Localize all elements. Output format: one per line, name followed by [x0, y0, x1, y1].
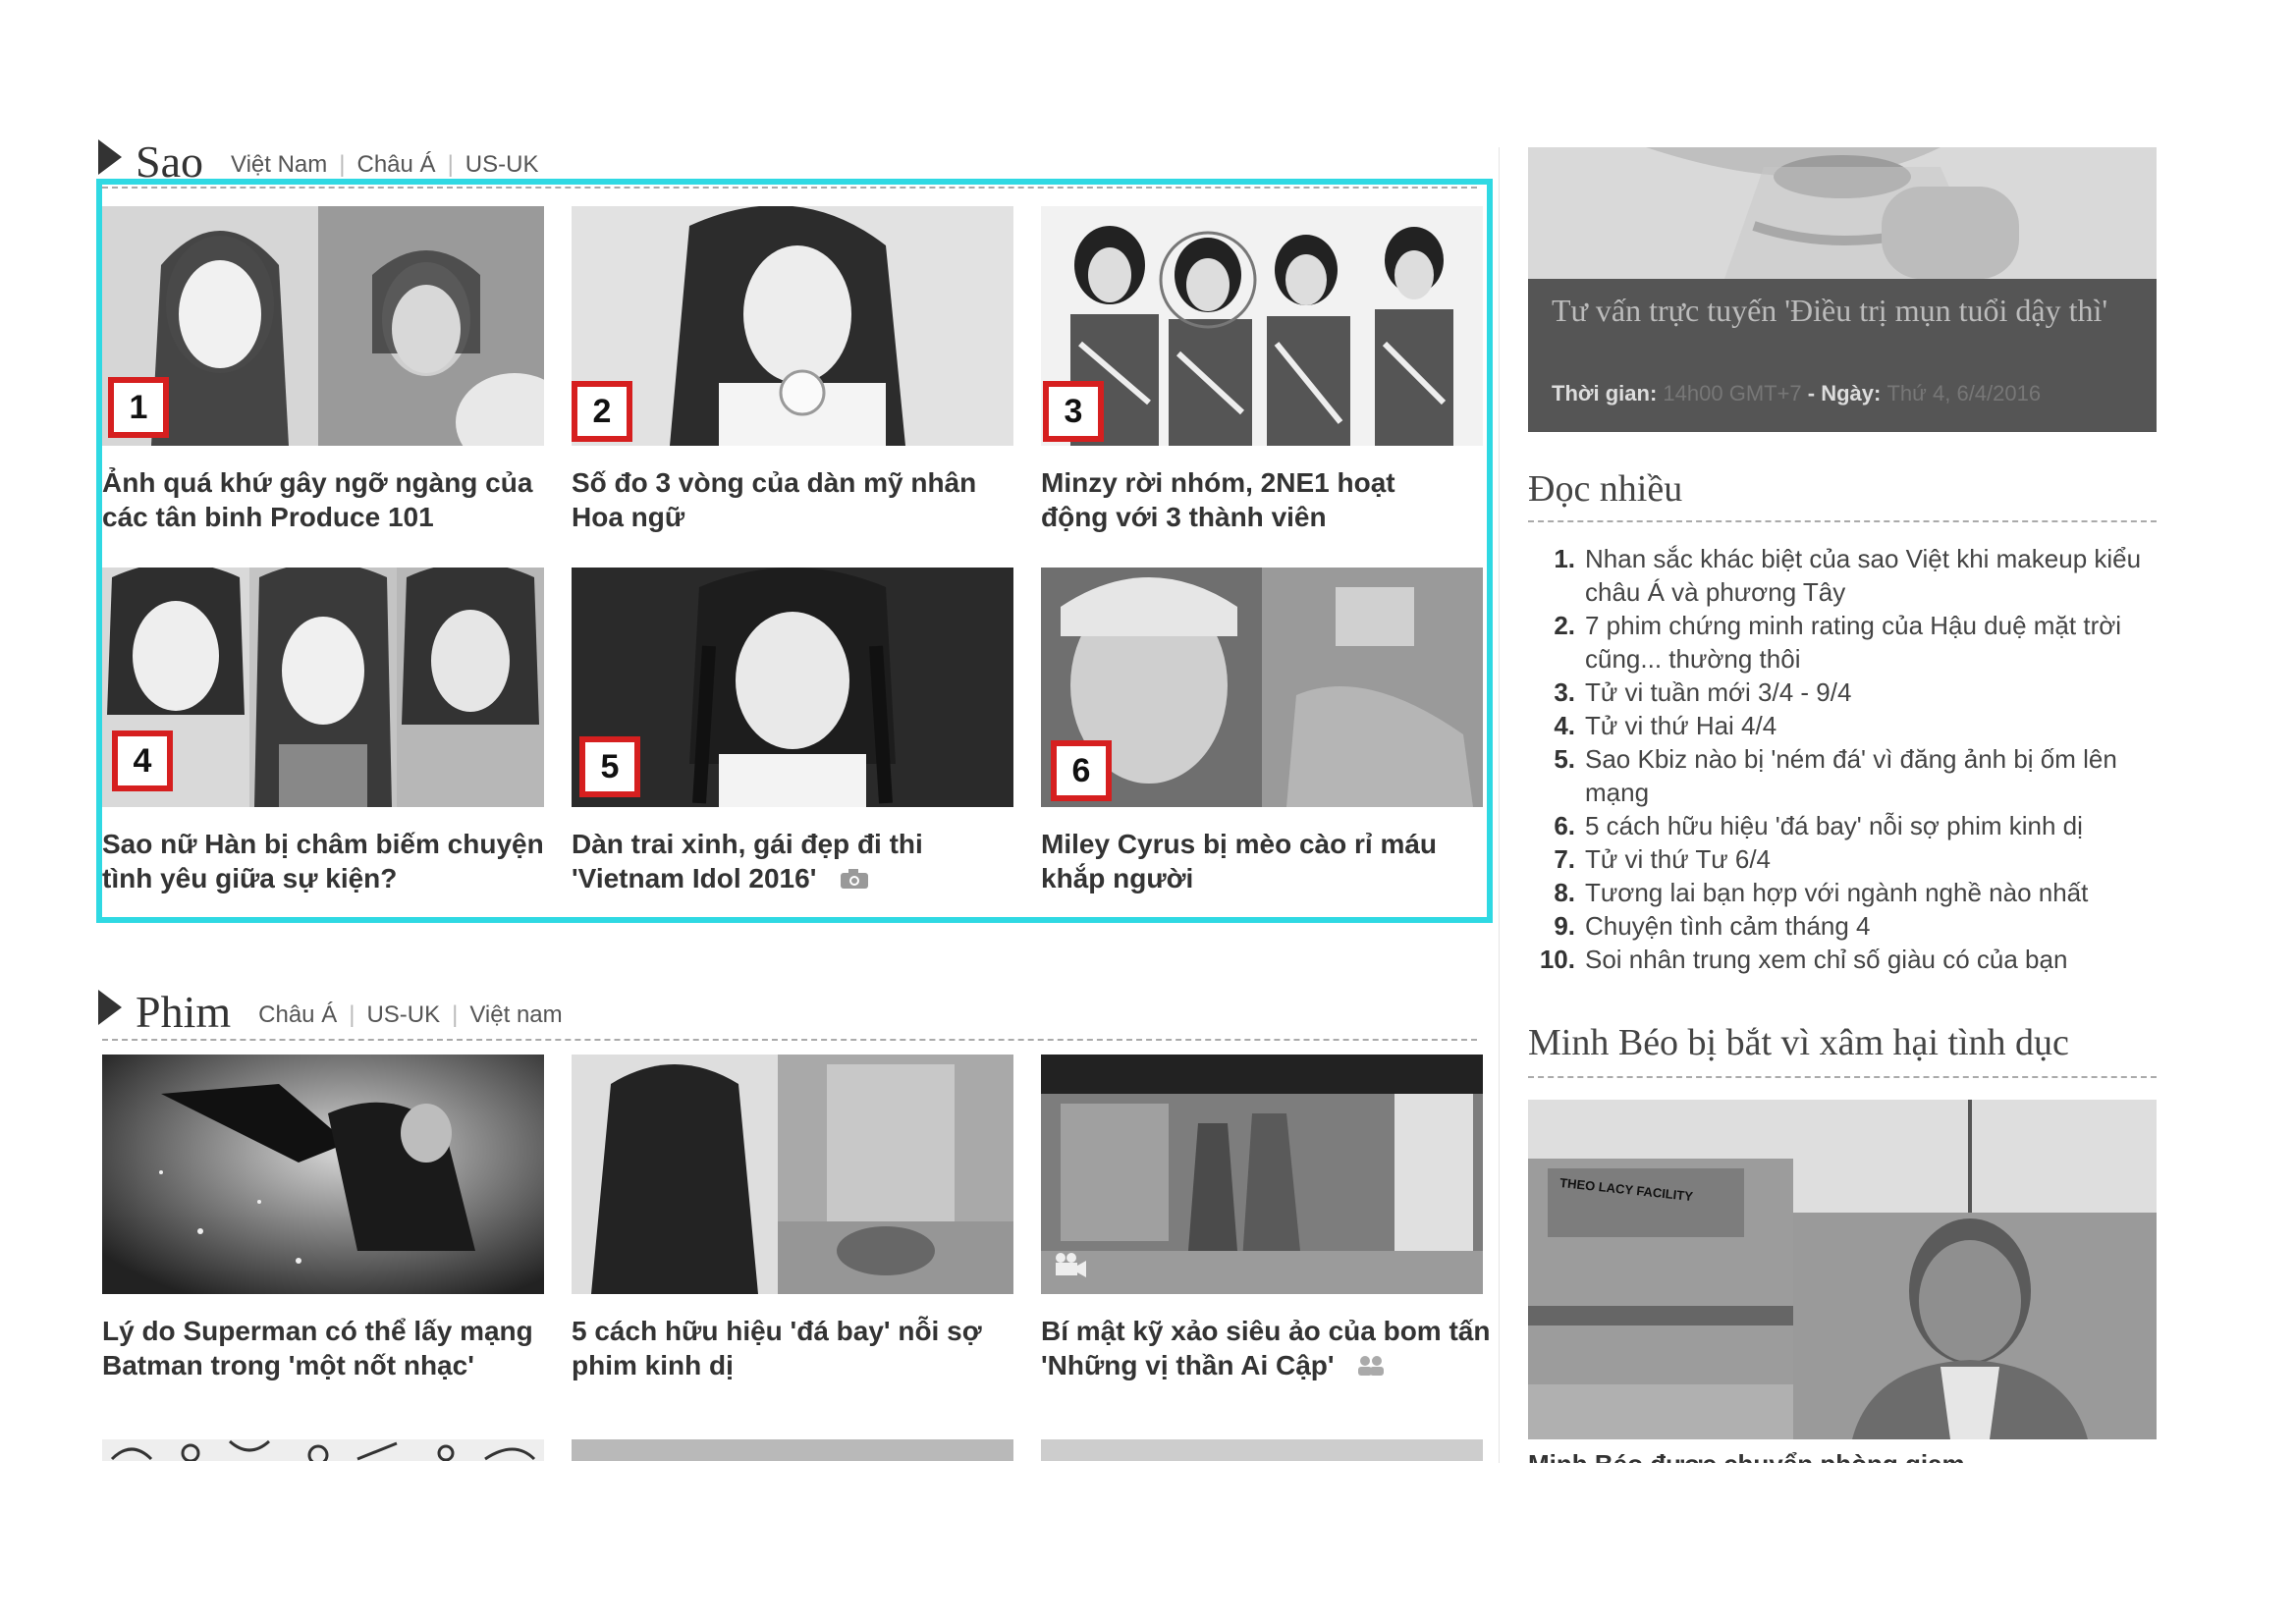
list-item[interactable]: 10. Soi nhân trung xem chỉ số giàu có của…: [1532, 943, 2160, 976]
page-bottom-whitespace: [0, 1463, 2296, 1623]
card-title[interactable]: Lý do Superman có thể lấy mạng Batman tr…: [102, 1314, 534, 1382]
list-item[interactable]: 4. Tử vi thứ Hai 4/4: [1532, 709, 2160, 742]
list-item[interactable]: 9. Chuyện tình cảm tháng 4: [1532, 909, 2160, 943]
partial-thumbnail[interactable]: [572, 1439, 1013, 1461]
card-thumbnail[interactable]: [102, 1055, 544, 1294]
column-divider: [1499, 147, 1500, 1463]
sao-section-header: Sao Việt Nam | Châu Á | US-UK: [98, 126, 538, 185]
divider: [1528, 1076, 2157, 1078]
card-thumbnail[interactable]: [572, 1055, 1013, 1294]
sao-link-us-uk[interactable]: US-UK: [465, 151, 539, 179]
list-item[interactable]: 7. Tử vi thứ Tư 6/4: [1532, 842, 2160, 876]
minh-beo-title[interactable]: Minh Béo bị bắt vì xâm hại tình dục: [1528, 1021, 2069, 1064]
partial-thumbnail[interactable]: [102, 1439, 544, 1461]
list-item[interactable]: 6. 5 cách hữu hiệu 'đá bay' nỗi sợ phim k…: [1532, 809, 2160, 842]
partial-thumbnail[interactable]: [1041, 1439, 1483, 1461]
promo-time-value: 14h00 GMT+7: [1663, 381, 1802, 406]
most-read-list: 1. Nhan sắc khác biệt của sao Việt khi ma…: [1532, 542, 2160, 976]
list-item[interactable]: 8. Tương lai bạn hợp với ngành nghề nào n…: [1532, 876, 2160, 909]
sao-link-vietnam[interactable]: Việt Nam: [231, 151, 327, 179]
card-title[interactable]: 5 cách hữu hiệu 'đá bay' nỗi sợ phim kin…: [572, 1314, 1013, 1382]
sao-section-links: Việt Nam | Châu Á | US-UK: [231, 151, 539, 179]
phim-section-header: Phim Châu Á | US-UK | Việt nam: [98, 976, 563, 1035]
section-triangle-icon: [98, 139, 122, 175]
card-thumbnail[interactable]: [1041, 1055, 1483, 1294]
section-triangle-icon: [98, 990, 122, 1025]
divider: [102, 1039, 1477, 1041]
highlight-box: [96, 179, 1493, 923]
list-item[interactable]: 2. 7 phim chứng minh rating của Hậu duệ m…: [1532, 609, 2160, 676]
phim-section-links: Châu Á | US-UK | Việt nam: [258, 1001, 563, 1029]
phim-link-viet-nam[interactable]: Việt nam: [469, 1001, 562, 1029]
list-item[interactable]: 3. Tử vi tuần mới 3/4 - 9/4: [1532, 676, 2160, 709]
sao-link-chau-a[interactable]: Châu Á: [357, 151, 436, 179]
card-title[interactable]: Bí mật kỹ xảo siêu ảo của bom tấn 'Những…: [1041, 1316, 1490, 1380]
list-item[interactable]: 5. Sao Kbiz nào bị 'ném đá' vì đăng ảnh b…: [1532, 742, 2160, 809]
promo-meta: Thời gian: 14h00 GMT+7 - Ngày: Thứ 4, 6/…: [1552, 381, 2042, 406]
promo-date-value: Thứ 4, 6/4/2016: [1886, 381, 2042, 406]
promo-image[interactable]: [1528, 147, 2157, 279]
minh-beo-image[interactable]: THEO LACY FACILITY: [1528, 1100, 2157, 1439]
card-title-wrap: Bí mật kỹ xảo siêu ảo của bom tấn 'Những…: [1041, 1314, 1493, 1384]
doc-nhieu-title: Đọc nhiều: [1528, 468, 1683, 510]
promo-title[interactable]: Tư vấn trực tuyến 'Điều trị mụn tuổi dậy…: [1552, 293, 2141, 328]
list-item[interactable]: 1. Nhan sắc khác biệt của sao Việt khi ma…: [1532, 542, 2160, 609]
video-camera-icon: [1053, 1251, 1088, 1278]
people-icon: [1355, 1350, 1387, 1384]
divider: [1528, 520, 2157, 522]
phim-section-title[interactable]: Phim: [136, 990, 231, 1035]
phim-link-chau-a[interactable]: Châu Á: [258, 1001, 337, 1029]
phim-link-us-uk[interactable]: US-UK: [366, 1001, 440, 1029]
